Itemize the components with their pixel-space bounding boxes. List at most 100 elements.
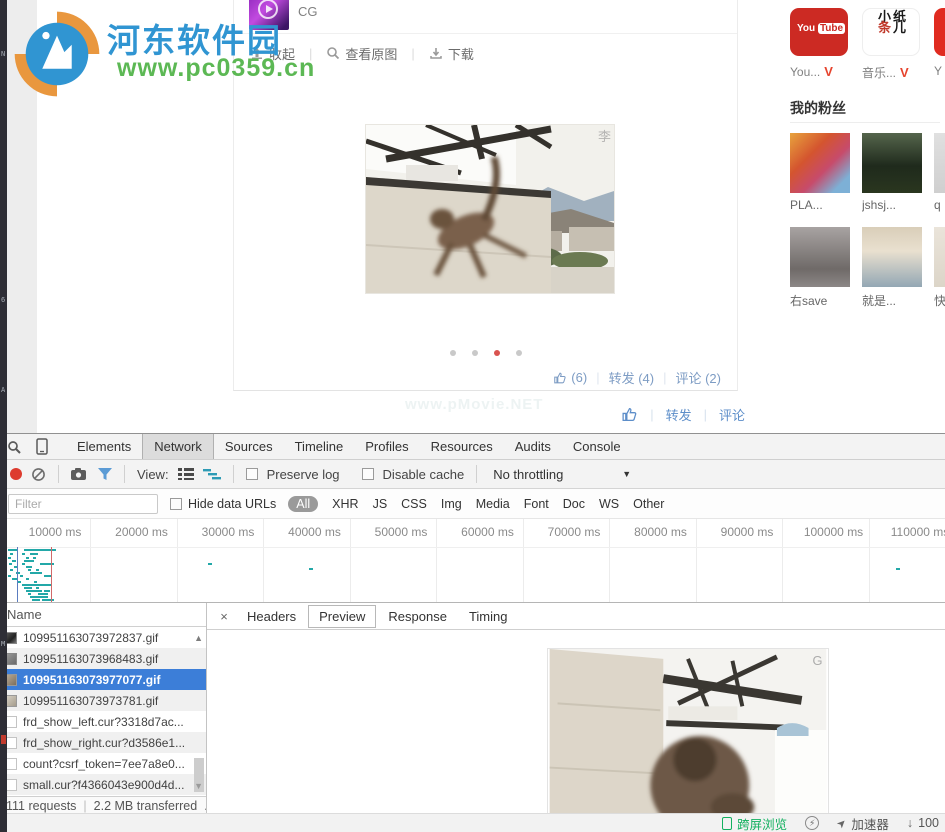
timeline-tick: 40000 ms: [288, 525, 341, 539]
view-label: View:: [137, 467, 169, 482]
fan-avatar[interactable]: [862, 227, 922, 287]
request-name: count?csrf_token=7ee7a8e0...: [23, 757, 185, 771]
flash-toggle-button[interactable]: ⚡: [805, 816, 819, 830]
request-row[interactable]: small.cur?f4366043e900d4d...: [0, 774, 206, 795]
request-row[interactable]: count?csrf_token=7ee7a8e0...: [0, 753, 206, 774]
hide-data-urls-checkbox[interactable]: [170, 498, 182, 510]
throttling-dropdown[interactable]: No throttling ▼: [493, 467, 631, 482]
detail-tab-response[interactable]: Response: [378, 606, 457, 627]
accelerator-button[interactable]: ➤ 加速器: [837, 814, 889, 832]
repost-button[interactable]: 转发 (4): [609, 368, 655, 387]
resource-type-filters: All XHR JS CSS Img Media Font Doc WS Other: [288, 496, 664, 512]
post-author-name[interactable]: CG: [298, 4, 318, 19]
filter-type-img[interactable]: Img: [441, 497, 462, 511]
fan-avatar[interactable]: [790, 133, 850, 193]
fan-item[interactable]: PLA...: [790, 133, 850, 212]
fan-item[interactable]: 快: [934, 227, 945, 309]
fan-item[interactable]: 就是...: [862, 227, 922, 309]
youtube-icon[interactable]: You Tube: [790, 8, 848, 56]
detail-tab-timing[interactable]: Timing: [459, 606, 518, 627]
request-row[interactable]: frd_show_left.cur?3318d7ac...: [0, 711, 206, 732]
cross-screen-browse-button[interactable]: 跨屏浏览: [722, 814, 787, 832]
filter-input[interactable]: [8, 494, 158, 514]
fan-item[interactable]: q: [934, 133, 945, 212]
fan-avatar[interactable]: [934, 133, 945, 193]
request-count: 111 requests: [6, 799, 76, 813]
close-icon[interactable]: ×: [213, 609, 235, 624]
clear-icon[interactable]: [31, 467, 46, 482]
carousel-dot[interactable]: [450, 350, 456, 356]
screenshot-camera-icon[interactable]: [71, 468, 89, 480]
record-button[interactable]: [10, 468, 22, 480]
filter-type-ws[interactable]: WS: [599, 497, 619, 511]
request-timing-mark: [20, 575, 23, 577]
filter-type-xhr[interactable]: XHR: [332, 497, 358, 511]
devtools-tab-audits[interactable]: Audits: [504, 434, 562, 459]
magnifier-icon: [326, 46, 340, 60]
scroll-up-icon[interactable]: ▲: [194, 633, 203, 643]
like-button[interactable]: (6): [553, 370, 587, 385]
repost-button[interactable]: 转发: [666, 405, 692, 424]
carousel-dot[interactable]: [494, 350, 500, 356]
waterfall-view-icon[interactable]: [203, 468, 221, 480]
timeline-tick: 100000 ms: [804, 525, 863, 539]
fan-avatar[interactable]: [934, 227, 945, 287]
filter-type-css[interactable]: CSS: [401, 497, 427, 511]
download-button[interactable]: 下载: [429, 44, 474, 63]
devtools-tab-network[interactable]: Network: [142, 434, 214, 459]
timeline-gridline: [523, 519, 524, 602]
fan-item[interactable]: jshsj...: [862, 133, 922, 212]
filter-type-other[interactable]: Other: [633, 497, 664, 511]
fan-avatar[interactable]: [862, 133, 922, 193]
request-timing-mark: [28, 569, 31, 571]
scroll-down-icon[interactable]: ▼: [194, 781, 203, 791]
filter-type-js[interactable]: JS: [373, 497, 388, 511]
filter-type-doc[interactable]: Doc: [563, 497, 585, 511]
network-toolbar: View: Preserve log Disable cache No thro…: [0, 460, 945, 489]
download-zoom-indicator[interactable]: ↓ 100: [907, 816, 939, 830]
request-row[interactable]: frd_show_right.cur?d3586e1...: [0, 732, 206, 753]
fan-item[interactable]: 右save: [790, 227, 850, 309]
devtools-tab-console[interactable]: Console: [562, 434, 632, 459]
app-item[interactable]: Y: [934, 8, 945, 78]
comment-button[interactable]: 评论 (2): [675, 368, 721, 387]
view-original-button[interactable]: 查看原图: [326, 44, 397, 63]
request-row[interactable]: 109951163073973781.gif: [0, 690, 206, 711]
devtools-tab-sources[interactable]: Sources: [214, 434, 284, 459]
name-column-header[interactable]: Name: [0, 603, 206, 627]
music-app-icon[interactable]: 小纸条儿: [862, 8, 920, 56]
app-item[interactable]: 小纸条儿音乐...V: [862, 8, 920, 81]
device-mode-icon[interactable]: [28, 434, 56, 459]
filter-type-media[interactable]: Media: [476, 497, 510, 511]
phone-screen-icon: [722, 817, 732, 830]
request-timing-mark: [18, 581, 21, 583]
toolbar-separator: |: [411, 46, 414, 61]
network-overview-timeline[interactable]: 10000 ms20000 ms30000 ms40000 ms50000 ms…: [0, 519, 945, 603]
detail-tab-preview[interactable]: Preview: [308, 605, 376, 628]
detail-tab-headers[interactable]: Headers: [237, 606, 306, 627]
filter-type-font[interactable]: Font: [524, 497, 549, 511]
carousel-dot[interactable]: [472, 350, 478, 356]
comment-button[interactable]: 评论: [719, 405, 745, 424]
app-item[interactable]: You TubeYou...V: [790, 8, 848, 79]
filter-type-all[interactable]: All: [288, 496, 318, 512]
like-button[interactable]: [621, 406, 638, 423]
devtools-tab-timeline[interactable]: Timeline: [284, 434, 355, 459]
devtools-tab-profiles[interactable]: Profiles: [354, 434, 419, 459]
carousel-dot[interactable]: [516, 350, 522, 356]
toolbar-divider: [124, 465, 125, 483]
app-icon[interactable]: [934, 8, 945, 56]
preserve-log-checkbox[interactable]: [246, 468, 258, 480]
filter-funnel-icon[interactable]: [98, 468, 112, 481]
devtools-tab-resources[interactable]: Resources: [420, 434, 504, 459]
request-row[interactable]: 109951163073977077.gif: [0, 669, 206, 690]
request-timing-mark: [26, 557, 29, 559]
disable-cache-checkbox[interactable]: [362, 468, 374, 480]
devtools-tab-elements[interactable]: Elements: [66, 434, 142, 459]
list-view-icon[interactable]: [178, 468, 194, 480]
post-gif-image[interactable]: 李: [366, 125, 614, 293]
request-row[interactable]: 109951163073968483.gif: [0, 648, 206, 669]
fan-avatar[interactable]: [790, 227, 850, 287]
request-row[interactable]: 109951163073972837.gif: [0, 627, 206, 648]
edge-glyph: 6: [1, 296, 5, 304]
